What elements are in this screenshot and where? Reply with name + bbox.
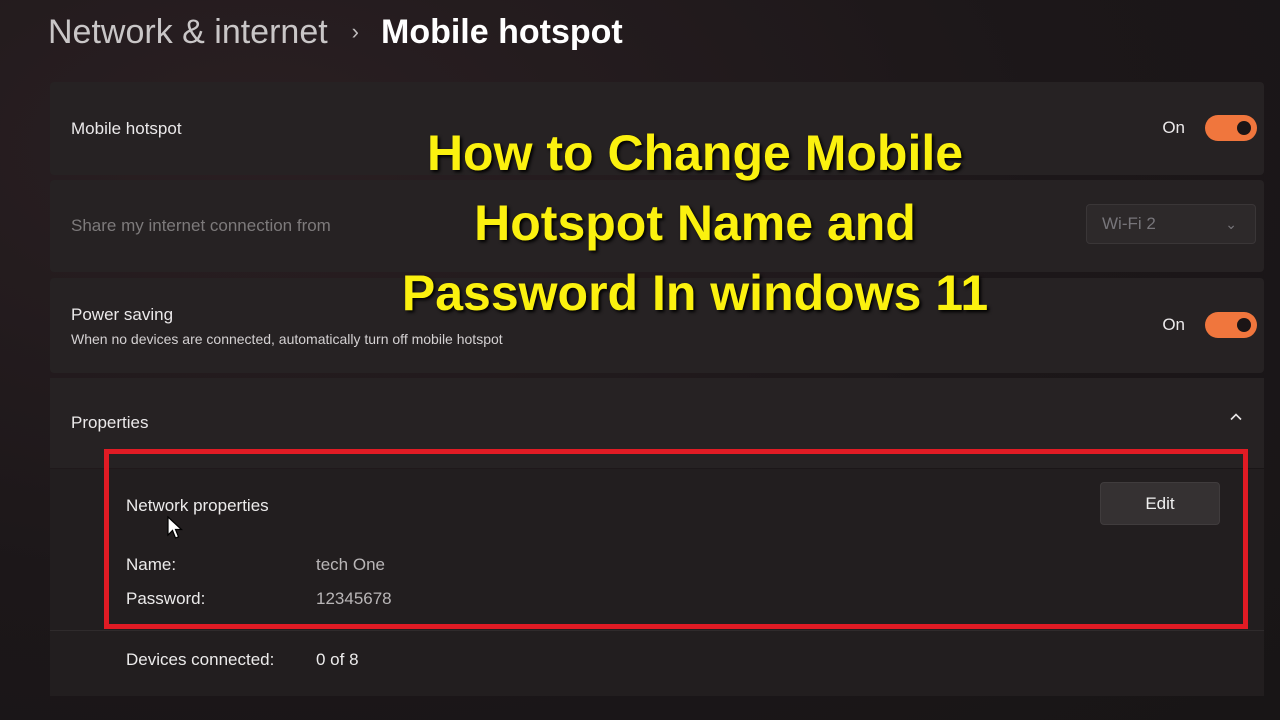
mobile-hotspot-state: On: [1162, 118, 1185, 137]
power-saving-toggle-group: On: [1162, 312, 1257, 338]
mobile-hotspot-toggle[interactable]: [1205, 115, 1257, 141]
mouse-pointer-icon: [167, 515, 184, 539]
settings-page: Network & internet › Mobile hotspot Mobi…: [0, 0, 1280, 720]
power-saving-description: When no devices are connected, automatic…: [71, 331, 503, 347]
page-title: Mobile hotspot: [381, 12, 623, 51]
share-connection-value: Wi-Fi 2: [1102, 214, 1156, 233]
devices-connected-value: 0 of 8: [316, 650, 359, 669]
breadcrumb-network-internet[interactable]: Network & internet: [48, 13, 328, 52]
toggle-knob: [1237, 318, 1251, 332]
toggle-knob: [1237, 121, 1251, 135]
share-connection-select[interactable]: Wi-Fi 2 ⌄: [1086, 204, 1256, 244]
share-connection-label: Share my internet connection from: [71, 216, 331, 235]
overlay-title-line-1: How to Change Mobile: [426, 125, 964, 181]
breadcrumb: Network & internet › Mobile hotspot: [48, 10, 623, 54]
power-saving-toggle[interactable]: [1205, 312, 1257, 338]
power-saving-label: Power saving: [71, 305, 174, 324]
power-saving-state: On: [1162, 315, 1185, 334]
breadcrumb-separator-icon: ›: [351, 19, 359, 44]
devices-connected-label: Devices connected:: [126, 650, 275, 669]
chevron-down-icon: ⌄: [1225, 215, 1237, 232]
divider: [50, 630, 1264, 631]
overlay-title: How to Change Mobile Hotspot Name and Pa…: [300, 118, 1090, 328]
overlay-title-line-3: Password In windows 11: [401, 265, 989, 321]
properties-label: Properties: [71, 413, 149, 432]
highlight-box: [104, 449, 1248, 629]
chevron-up-icon[interactable]: [1230, 411, 1242, 423]
overlay-title-line-2: Hotspot Name and: [474, 195, 916, 251]
mobile-hotspot-label: Mobile hotspot: [71, 119, 182, 138]
mobile-hotspot-toggle-group: On: [1162, 115, 1257, 141]
